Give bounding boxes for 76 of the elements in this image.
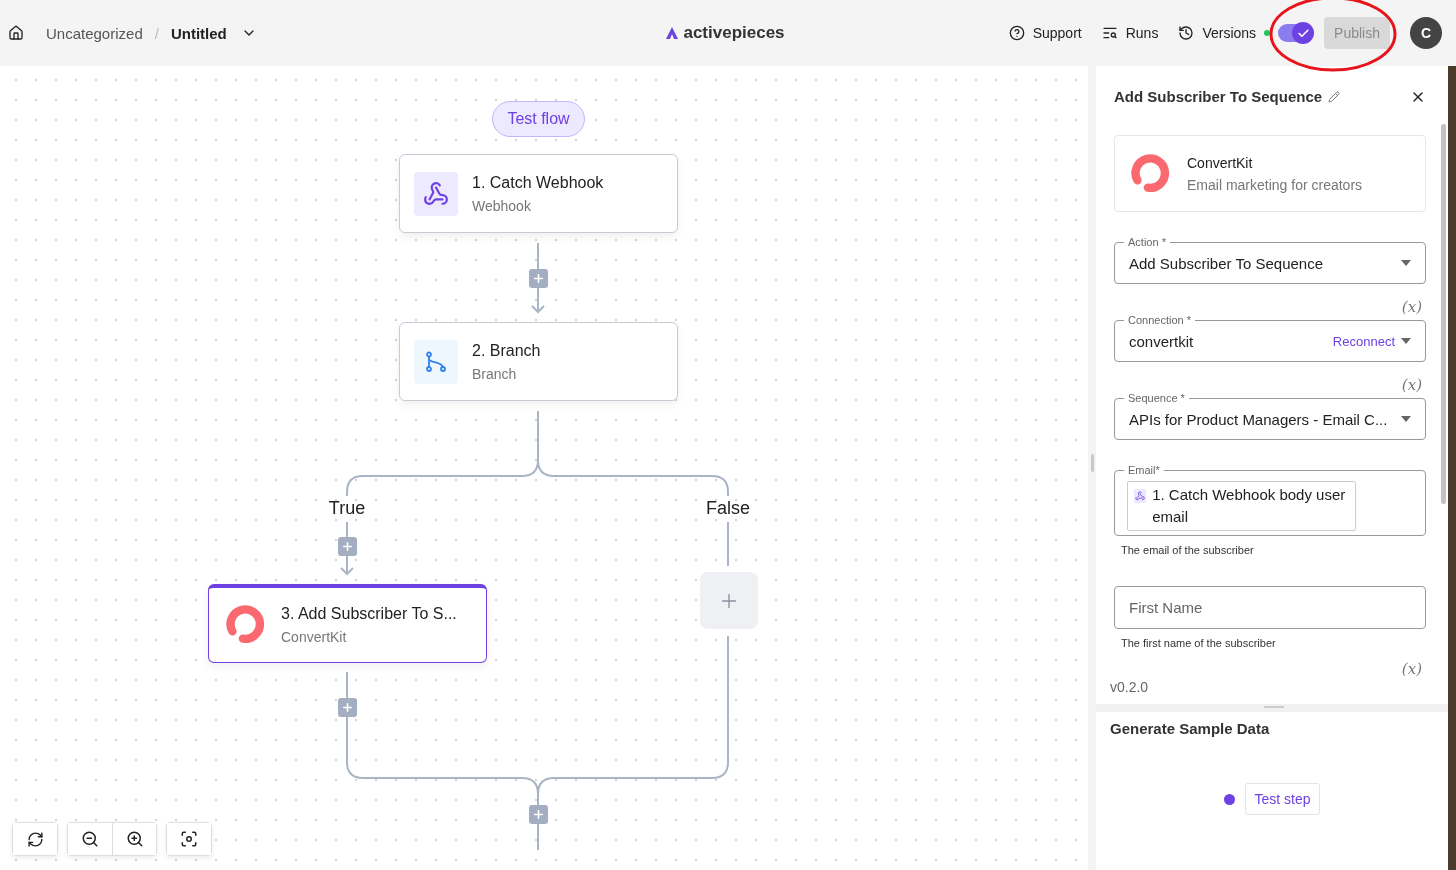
webhook-icon [423,180,449,207]
toggle-switch[interactable] [1278,24,1313,42]
dynamic-value-toggle[interactable]: (x) [1401,659,1426,679]
field-hint: The first name of the subscriber [1120,636,1277,649]
step-card[interactable]: 2. Branch Branch [399,322,678,401]
webhook-icon [1134,489,1147,503]
field-value: Add Subscriber To Sequence [1129,254,1325,272]
history-icon [1178,25,1195,41]
field-label: Connection * [1124,314,1195,326]
branch-label: False [706,498,750,519]
nav-button[interactable]: Runs [1101,25,1159,41]
check-icon [1296,26,1310,40]
resize-handle[interactable] [1090,454,1094,472]
home-icon [8,25,24,41]
fit-view-button[interactable] [167,823,211,855]
step-title: 1. Catch Webhook [472,173,604,192]
data-reference-chip[interactable]: 1. Catch Webhook body user email [1127,481,1356,531]
plus-icon [532,808,545,821]
step-title: 3. Add Subscriber To S... [281,605,457,623]
caret-icon [1401,260,1411,266]
breadcrumb-separator: / [154,24,159,42]
test-flow-button[interactable]: Test flow [492,101,585,137]
field-label: Sequence * [1124,392,1189,404]
section-title: Generate Sample Data [1110,720,1271,737]
step-card[interactable]: 1. Catch Webhook Webhook [399,154,678,233]
zoom-out-icon [81,830,99,848]
plus-icon [341,701,354,714]
home-button[interactable] [8,25,24,41]
list-search-icon [1101,25,1118,41]
step-subtitle: ConvertKit [281,629,348,645]
zoom-in-button[interactable] [112,823,156,855]
avatar[interactable]: C [1410,17,1442,49]
text-input-field[interactable]: First Name [1114,586,1426,629]
help-icon [1008,25,1025,41]
branch-label: True [328,498,366,519]
plus-icon [341,540,354,553]
pencil-icon[interactable] [1328,90,1341,103]
zoom-in-icon [125,830,144,848]
piece-description: Email marketing for creators [1187,176,1363,193]
ring-logo-icon [224,604,266,646]
branch-icon [425,350,447,373]
field-label: Action * [1124,236,1170,248]
resize-handle[interactable] [1264,706,1284,708]
step-title: 2. Branch [472,341,541,360]
test-step-button[interactable]: Test step [1245,783,1320,815]
reconnect-link[interactable]: Reconnect [1332,333,1395,349]
step-subtitle: Branch [472,365,518,382]
zoom-out-button[interactable] [68,823,112,855]
nav-button[interactable]: Support [1008,25,1082,41]
nav-button[interactable]: Versions [1178,25,1271,41]
field-value: APIs for Product Managers - Email C... [1129,410,1389,428]
piece-name: ConvertKit [1187,154,1254,171]
connector-line [727,521,729,567]
scrollbar[interactable] [1441,124,1446,504]
refresh-icon [26,830,44,848]
version-label: v0.2.0 [1110,679,1150,695]
connector-arrow [531,242,545,314]
caret-icon [1401,338,1411,344]
logo-text: activepieces [683,23,785,43]
field-label: Email* [1124,464,1164,476]
dynamic-value-toggle[interactable]: (x) [1401,376,1426,394]
refresh-button[interactable] [13,823,57,855]
logo-icon [665,26,680,40]
panel-title: Add Subscriber To Sequence [1114,88,1323,105]
flow-name[interactable]: Untitled [170,24,227,42]
breadcrumb-folder[interactable]: Uncategorized [46,24,143,42]
ring-logo-icon [1129,152,1171,195]
field-hint: The email of the subscriber [1120,543,1255,556]
plus-icon [532,272,545,285]
caret-icon [1401,416,1411,422]
focus-icon [180,830,198,848]
dynamic-value-toggle[interactable]: (x) [1401,298,1426,316]
step-card[interactable]: 3. Add Subscriber To S... ConvertKit [208,584,487,663]
field-value: convertkit [1129,332,1195,350]
step-subtitle: Webhook [472,197,532,214]
status-dot [1224,793,1236,805]
